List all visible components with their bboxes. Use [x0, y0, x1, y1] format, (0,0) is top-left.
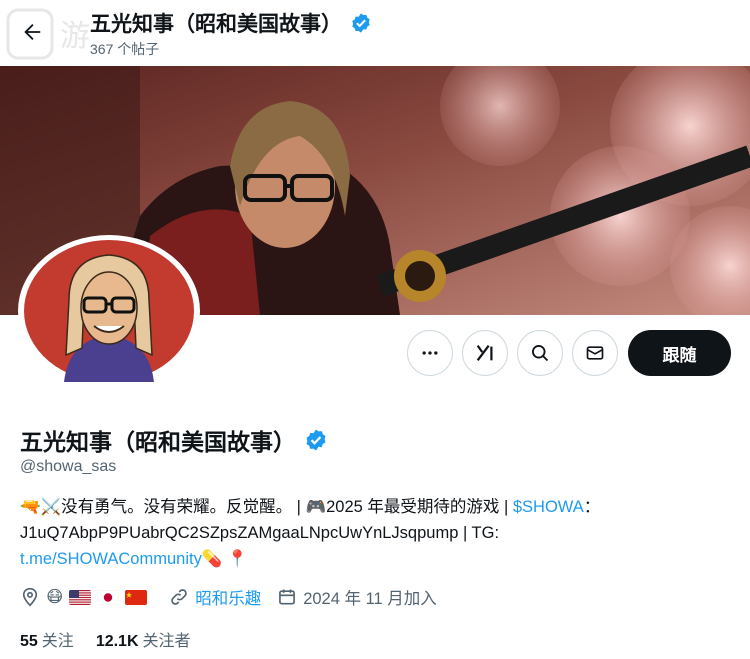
swords-icon: ⚔️: [40, 498, 62, 516]
profile-meta: 😷 昭和乐趣 2024 年 11 月加入: [20, 585, 453, 609]
bio-game-text: 2025 年最受期待的游戏 |: [326, 498, 513, 516]
search-icon: [532, 345, 549, 362]
following-label: 关注: [41, 633, 74, 650]
person-mask-icon: 😷: [46, 588, 64, 606]
pin-icon: 📍: [226, 550, 248, 568]
join-date: 2024 年 11 月加入: [277, 585, 437, 609]
grok-icon: [476, 345, 493, 361]
verified-badge-icon[interactable]: [304, 428, 328, 452]
jp-flag-icon: [97, 589, 120, 605]
followers-label: 关注者: [142, 633, 191, 650]
search-button[interactable]: [517, 330, 563, 376]
name-row: 五光知事（昭和美国故事）: [20, 423, 328, 457]
link-icon: [171, 589, 187, 605]
verified-badge-icon: [352, 13, 370, 33]
grok-button[interactable]: [462, 330, 508, 376]
cn-flag-icon: [125, 589, 148, 605]
follow-button[interactable]: 跟随: [628, 330, 731, 376]
join-date-text: 2024 年 11 月加入: [303, 590, 437, 608]
back-button[interactable]: [12, 12, 52, 52]
gun-icon: 🔫: [20, 498, 41, 516]
message-button[interactable]: [572, 330, 618, 376]
following-stat[interactable]: 55 关注: [20, 627, 74, 651]
bio-colon: ：: [583, 498, 601, 516]
following-count: 55: [20, 633, 38, 650]
followers-count: 12.1K: [95, 633, 139, 650]
more-button[interactable]: [407, 330, 453, 376]
bio-line-2: J1uQ7AbpP9PUabrQC2SZpsZAMgaaLNpcUwYnLJsq…: [20, 524, 500, 542]
us-flag-icon: [69, 589, 92, 605]
message-icon: [586, 346, 604, 360]
profile-bio: 🔫⚔️没有勇气。没有荣耀。反觉醒。 | 🎮2025 年最受期待的游戏 | $SH…: [20, 494, 740, 572]
display-name: 五光知事（昭和美国故事）: [20, 429, 296, 455]
profile-actions: 跟随: [0, 330, 750, 378]
website[interactable]: 昭和乐趣: [169, 585, 261, 609]
location: 😷: [20, 587, 153, 607]
gamepad-icon: 🎮: [305, 498, 327, 516]
user-handle: @showa_sas: [20, 458, 117, 475]
calendar-icon: [279, 589, 296, 605]
bio-text: 没有勇气。没有荣耀。反觉醒。 |: [61, 498, 306, 516]
bio-line-1: 🔫⚔️没有勇气。没有荣耀。反觉醒。 | 🎮2025 年最受期待的游戏 | $SH…: [20, 494, 740, 520]
back-arrow-icon: [24, 24, 41, 40]
follow-stats: 55 关注 12.1K 关注者: [20, 627, 191, 651]
top-bar: 游 五光知事（昭和美国故事） 367 个帖子: [0, 0, 750, 66]
header-title-row: 五光知事（昭和美国故事）: [90, 8, 372, 38]
cashtag-link[interactable]: $SHOWA: [513, 498, 584, 516]
header-title: 五光知事（昭和美国故事）: [90, 13, 342, 36]
website-link[interactable]: 昭和乐趣: [195, 585, 261, 609]
post-count: 367 个帖子: [90, 41, 160, 57]
followers-stat[interactable]: 12.1K 关注者: [96, 627, 191, 651]
location-icon: [22, 587, 38, 607]
pill-icon: 💊: [201, 550, 223, 568]
svg-text:游: 游: [60, 19, 90, 54]
more-icon: [422, 351, 438, 355]
telegram-link[interactable]: t.me/SHOWACommunity: [20, 550, 202, 568]
bio-line-3: t.me/SHOWACommunity💊 📍: [20, 546, 740, 572]
